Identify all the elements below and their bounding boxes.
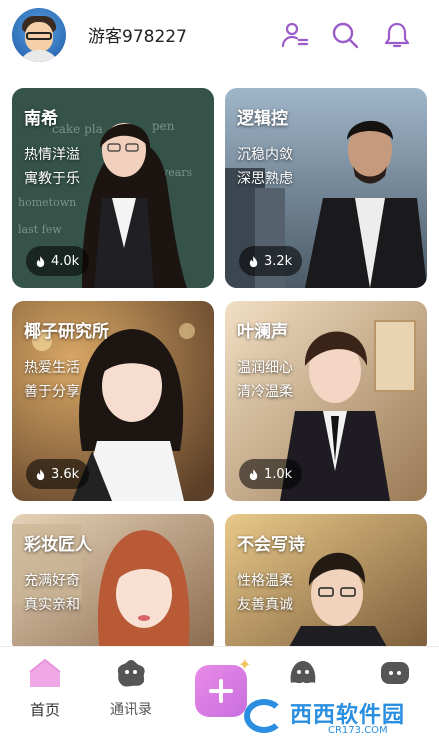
character-name: 南希 — [24, 109, 58, 129]
character-trait: 充满好奇 — [24, 573, 80, 589]
popularity-badge: 1.0k — [239, 459, 303, 489]
character-name: 彩妆匠人 — [24, 535, 92, 555]
character-card[interactable]: cake pla pen hometown last few years 南希 … — [12, 88, 214, 288]
character-trait: 沉稳内敛 — [237, 147, 293, 163]
watermark-logo — [244, 699, 284, 733]
nav-profile[interactable] — [360, 657, 430, 693]
contacts-blob-icon — [117, 660, 145, 687]
character-trait: 善于分享 — [24, 384, 80, 400]
character-card[interactable]: 逻辑控 沉稳内敛 深思熟虑 3.2k — [225, 88, 427, 288]
popularity-count: 1.0k — [264, 466, 293, 482]
character-card[interactable]: 彩妆匠人 充满好奇 真实亲和 — [12, 514, 214, 646]
flame-icon — [36, 468, 45, 480]
bottom-nav: 首页 通讯录 ✦ 西西软件园 CR173.COM — [0, 646, 439, 744]
flame-icon — [36, 255, 45, 267]
character-name: 不会写诗 — [237, 535, 305, 555]
popularity-badge: 3.2k — [239, 246, 303, 276]
search-icon[interactable] — [330, 20, 360, 50]
character-name: 椰子研究所 — [24, 322, 109, 342]
svg-text:last few: last few — [18, 223, 62, 236]
popularity-count: 3.2k — [264, 253, 293, 269]
nav-contacts[interactable]: 通讯录 — [96, 657, 166, 719]
character-trait: 热情洋溢 — [24, 147, 80, 163]
ghost-chat-icon — [290, 661, 316, 684]
nav-messages[interactable] — [268, 657, 338, 693]
character-trait: 清冷温柔 — [237, 384, 293, 400]
nav-home-label: 首页 — [29, 701, 60, 719]
watermark: 西西软件园 CR173.COM — [244, 695, 424, 739]
chat-bubble-icon — [381, 662, 409, 684]
home-icon — [29, 658, 61, 687]
character-trait: 友善真诚 — [237, 597, 293, 613]
contacts-icon[interactable] — [280, 20, 310, 50]
top-bar: 游客978227 — [0, 0, 439, 72]
username: 游客978227 — [88, 27, 187, 47]
popularity-badge: 4.0k — [26, 246, 90, 276]
watermark-subtext: CR173.COM — [328, 725, 388, 736]
user-avatar[interactable] — [12, 8, 66, 62]
character-trait: 深思熟虑 — [237, 171, 293, 187]
flame-icon — [249, 468, 258, 480]
character-trait: 性格温柔 — [237, 573, 293, 589]
popularity-count: 3.6k — [51, 466, 80, 482]
character-trait: 温润细心 — [237, 360, 293, 376]
popularity-count: 4.0k — [51, 253, 80, 269]
plus-icon — [209, 679, 233, 703]
character-grid: cake pla pen hometown last few years 南希 … — [0, 72, 439, 646]
character-trait: 寓教于乐 — [24, 171, 80, 187]
nav-home[interactable]: 首页 — [10, 657, 80, 720]
character-name: 逻辑控 — [237, 109, 288, 129]
character-card[interactable]: 椰子研究所 热爱生活 善于分享 3.6k — [12, 301, 214, 501]
character-trait: 真实亲和 — [24, 597, 80, 613]
popularity-badge: 3.6k — [26, 459, 90, 489]
character-name: 叶澜声 — [237, 322, 288, 342]
svg-text:pen: pen — [152, 119, 175, 133]
character-trait: 热爱生活 — [24, 360, 80, 376]
svg-text:cake pla: cake pla — [52, 122, 103, 136]
flame-icon — [249, 255, 258, 267]
character-card[interactable]: 叶澜声 温润细心 清冷温柔 1.0k — [225, 301, 427, 501]
svg-text:hometown: hometown — [18, 196, 76, 209]
bell-icon[interactable] — [382, 20, 412, 50]
sparkle-icon: ✦ — [238, 655, 252, 674]
nav-contacts-label: 通讯录 — [110, 702, 152, 718]
character-card[interactable]: 不会写诗 性格温柔 友善真诚 — [225, 514, 427, 646]
